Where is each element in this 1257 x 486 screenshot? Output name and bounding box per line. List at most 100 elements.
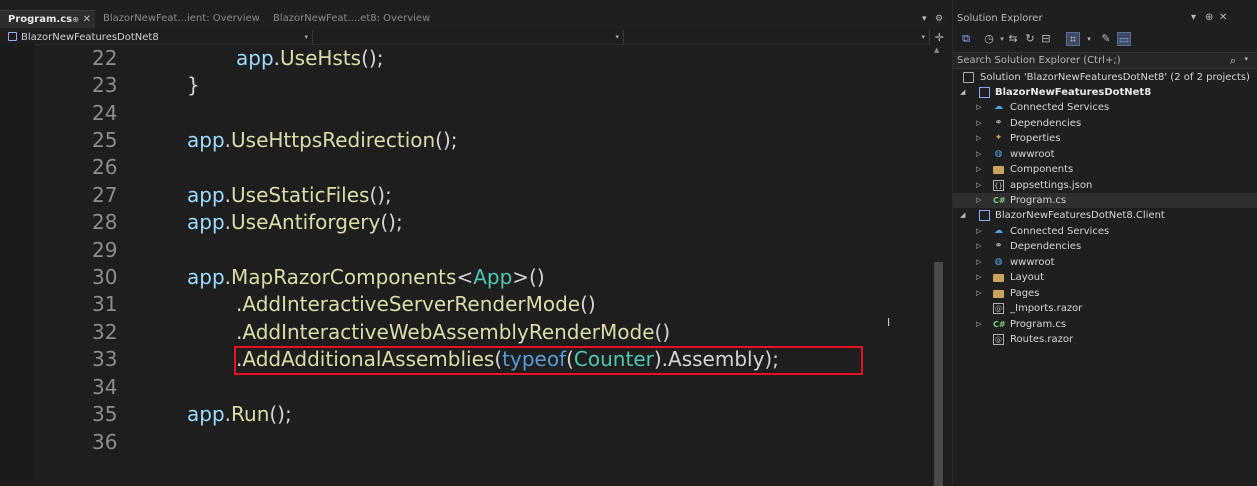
tree-item-label: BlazorNewFeaturesDotNet8 <box>995 87 1152 98</box>
project-icon <box>8 32 17 41</box>
tab-server-overview[interactable]: BlazorNewFeat....et8: Overview <box>265 10 437 28</box>
tree-item-properties[interactable]: ▷ ✦ Properties <box>953 131 1257 146</box>
token: app <box>187 402 225 426</box>
tree-item-label: Routes.razor <box>1010 334 1074 345</box>
wrench-icon[interactable]: ✎ <box>1099 32 1113 46</box>
chevron-right-icon[interactable]: ▷ <box>976 178 984 193</box>
tree-item-program-cs[interactable]: ▷ C# Program.cs <box>953 193 1257 208</box>
token: () <box>529 265 545 289</box>
refresh-icon[interactable]: ↻ <box>1023 32 1037 46</box>
pending-changes-icon[interactable]: ◷ <box>982 32 996 46</box>
razor-file-icon: @ <box>993 334 1004 345</box>
pin-icon[interactable]: ⊕ <box>72 11 79 28</box>
chevron-right-icon[interactable]: ▷ <box>976 131 984 146</box>
chevron-down-icon[interactable]: ◢ <box>960 85 968 100</box>
solution-explorer-panel: Solution Explorer ▾ ⊕ ✕ ⧉ ◷ ▾ ⇆ ↻ ⊟ ⌗ ▾ … <box>952 0 1257 486</box>
code-line-25[interactable]: app.UseHttpsRedirection(); <box>187 128 458 152</box>
chevron-down-icon: ▾ <box>615 33 619 41</box>
tree-item-dependencies[interactable]: ▷ ⚭ Dependencies <box>953 116 1257 131</box>
token: MapRazorComponents <box>231 265 457 289</box>
tree-item-label: Dependencies <box>1010 118 1082 129</box>
tab-list-dropdown-icon[interactable]: ▾ <box>922 10 927 28</box>
chevron-right-icon[interactable]: ▷ <box>976 100 984 115</box>
tree-item-label: Layout <box>1010 272 1044 283</box>
chevron-down-icon[interactable]: ▾ <box>1191 12 1196 23</box>
token: app <box>187 183 225 207</box>
vertical-scrollbar[interactable]: ▲ <box>930 44 948 486</box>
split-window-icon[interactable]: ✛ <box>935 30 944 45</box>
search-icon[interactable]: ⌕ <box>1230 54 1236 68</box>
tree-item-solution[interactable]: Solution 'BlazorNewFeaturesDotNet8' (2 o… <box>953 70 1257 85</box>
close-icon[interactable]: ✕ <box>83 11 91 28</box>
highlight-box <box>234 346 863 375</box>
tab-program-cs[interactable]: Program.cs ⊕ ✕ <box>0 10 95 28</box>
tree-item-layout[interactable]: ▷ Layout <box>953 270 1257 285</box>
switch-views-icon[interactable]: ⧉ <box>959 32 973 46</box>
connected-services-icon: ☁ <box>994 226 1003 236</box>
code-line-23[interactable]: } <box>187 73 200 97</box>
chevron-right-icon[interactable]: ▷ <box>976 162 984 177</box>
chevron-down-icon[interactable]: ▾ <box>1082 32 1096 46</box>
tree-item-wwwroot[interactable]: ▷ ◍ wwwroot <box>953 147 1257 162</box>
chevron-right-icon[interactable]: ▷ <box>976 193 984 208</box>
sync-icon[interactable]: ⇆ <box>1006 32 1020 46</box>
chevron-right-icon[interactable]: ▷ <box>976 270 984 285</box>
tree-item-connected-services[interactable]: ▷ ☁ Connected Services <box>953 100 1257 115</box>
chevron-down-icon[interactable]: ◢ <box>960 208 968 223</box>
tree-item-connected-services[interactable]: ▷ ☁ Connected Services <box>953 224 1257 239</box>
search-input[interactable] <box>953 53 1213 68</box>
pin-icon[interactable]: ⊕ <box>1205 12 1213 23</box>
tree-item-project[interactable]: ◢ BlazorNewFeaturesDotNet8.Client <box>953 208 1257 223</box>
tree-item-label: Dependencies <box>1010 241 1082 252</box>
code-line-30[interactable]: app.MapRazorComponents<App>() <box>187 265 545 289</box>
chevron-right-icon[interactable]: ▷ <box>976 147 984 162</box>
code-line-27[interactable]: app.UseStaticFiles(); <box>187 183 392 207</box>
project-dropdown[interactable]: BlazorNewFeaturesDotNet8 ▾ <box>0 30 313 45</box>
preview-icon[interactable]: ▭ <box>1117 32 1131 46</box>
code-line-31[interactable]: .AddInteractiveServerRenderMode() <box>236 292 596 316</box>
gear-icon[interactable]: ⚙ <box>935 10 943 28</box>
tree-item-routes-razor[interactable]: @ Routes.razor <box>953 332 1257 347</box>
tree-item-appsettings[interactable]: ▷ {} appsettings.json <box>953 178 1257 193</box>
chevron-right-icon[interactable]: ▷ <box>976 255 984 270</box>
code-line-35[interactable]: app.Run(); <box>187 402 292 426</box>
connected-services-icon: ☁ <box>994 102 1003 112</box>
type-dropdown[interactable]: ▾ <box>313 30 624 45</box>
tree-item-wwwroot[interactable]: ▷ ◍ wwwroot <box>953 255 1257 270</box>
chevron-right-icon[interactable]: ▷ <box>976 224 984 239</box>
code-line-22[interactable]: app.UseHsts(); <box>236 46 383 70</box>
scroll-up-icon[interactable]: ▲ <box>934 46 939 54</box>
line-number: 29 <box>92 238 118 262</box>
globe-icon: ◍ <box>994 257 1003 267</box>
close-icon[interactable]: ✕ <box>1219 12 1227 23</box>
tab-client-overview[interactable]: BlazorNewFeat...ient: Overview <box>95 10 265 28</box>
collapse-all-icon[interactable]: ⊟ <box>1039 32 1053 46</box>
tree-item-label: wwwroot <box>1010 149 1055 160</box>
solution-icon <box>963 72 974 83</box>
token: () <box>580 292 596 316</box>
tree-item-dependencies[interactable]: ▷ ⚭ Dependencies <box>953 239 1257 254</box>
chevron-right-icon[interactable]: ▷ <box>976 286 984 301</box>
tree-item-imports-razor[interactable]: @ _Imports.razor <box>953 301 1257 316</box>
tree-item-pages[interactable]: ▷ Pages <box>953 286 1257 301</box>
code-editor[interactable]: Program.cs ⊕ ✕ BlazorNewFeat...ient: Ove… <box>0 0 948 486</box>
member-dropdown[interactable]: ▾ <box>624 30 930 45</box>
chevron-right-icon[interactable]: ▷ <box>976 317 984 332</box>
tree-item-components[interactable]: ▷ Components <box>953 162 1257 177</box>
show-all-files-icon[interactable]: ⌗ <box>1066 32 1080 46</box>
tree-item-project[interactable]: ◢ BlazorNewFeaturesDotNet8 <box>953 85 1257 100</box>
code-line-32[interactable]: .AddInteractiveWebAssemblyRenderMode() <box>236 320 670 344</box>
chevron-right-icon[interactable]: ▷ <box>976 239 984 254</box>
chevron-down-icon[interactable]: ▾ <box>1244 55 1248 63</box>
chevron-right-icon[interactable]: ▷ <box>976 116 984 131</box>
token: app <box>236 46 274 70</box>
tree-item-program-cs[interactable]: ▷ C# Program.cs <box>953 317 1257 332</box>
solution-explorer-search[interactable]: ⌕ ▾ <box>953 52 1257 69</box>
tree-item-label: Properties <box>1010 133 1061 144</box>
token: UseStaticFiles <box>231 183 370 207</box>
tree-item-label: Pages <box>1010 288 1040 299</box>
properties-icon: ✦ <box>994 133 1003 143</box>
code-line-28[interactable]: app.UseAntiforgery(); <box>187 210 403 234</box>
tree-item-label: Connected Services <box>1010 102 1110 113</box>
scrollbar-thumb[interactable] <box>934 262 943 486</box>
